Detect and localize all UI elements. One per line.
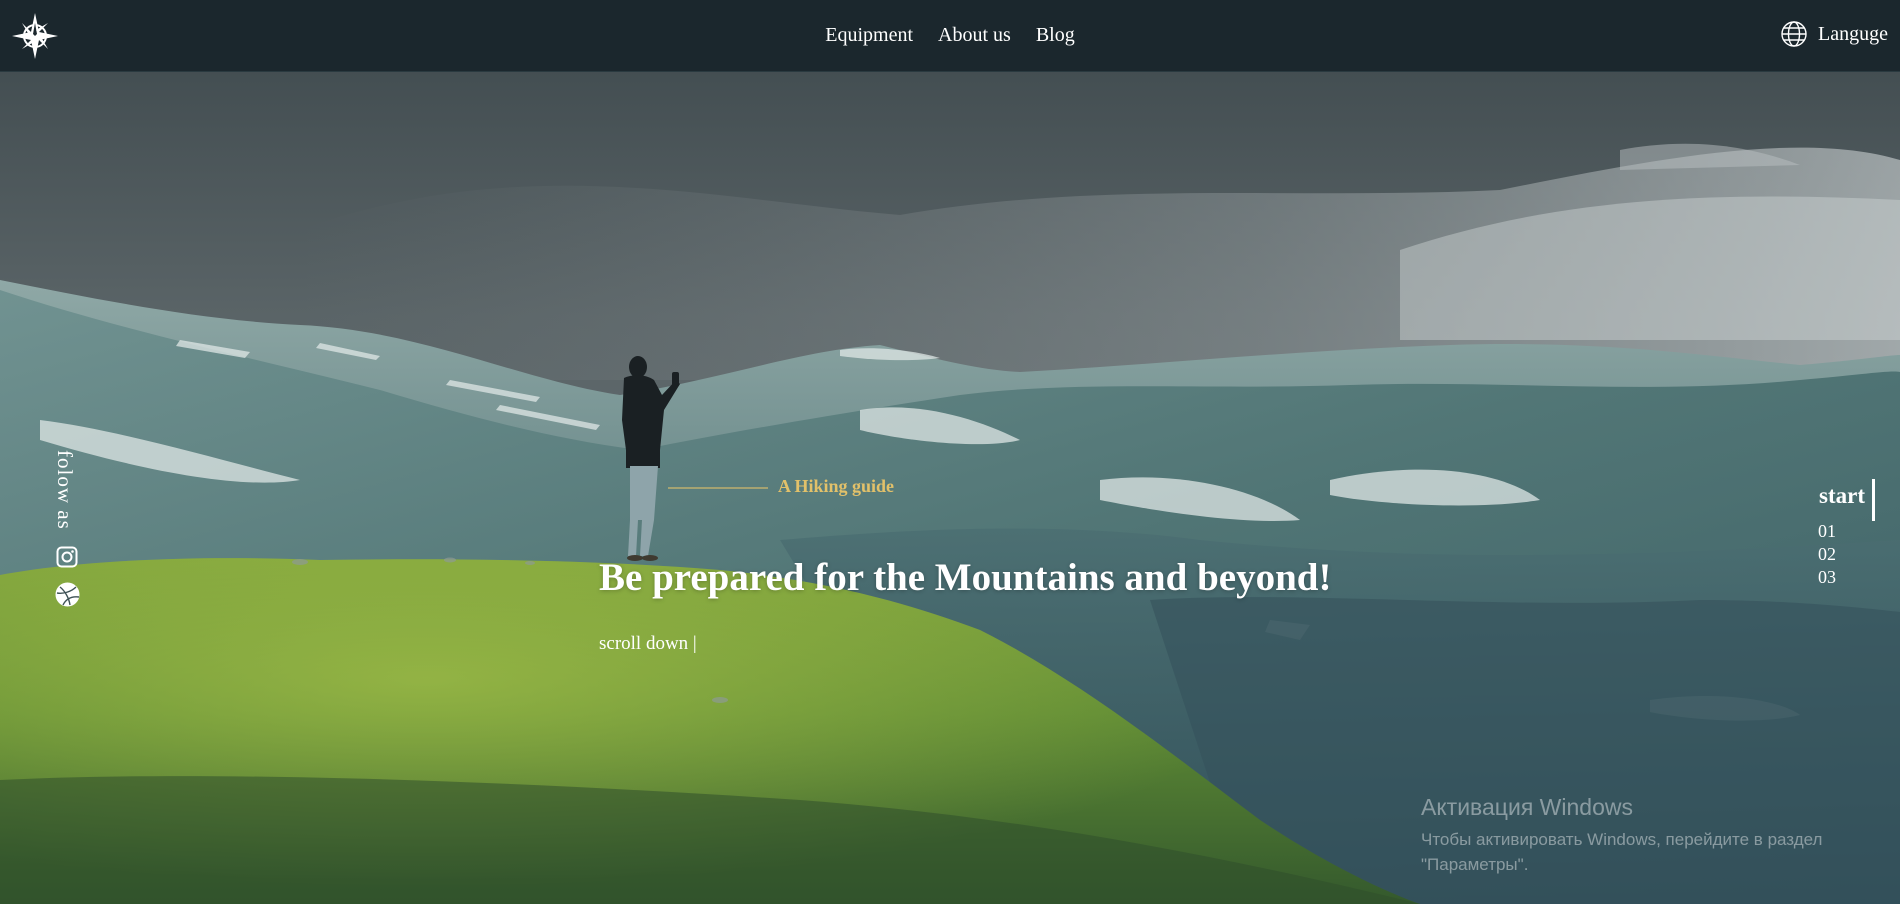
watermark-title: Активация Windows [1421, 794, 1633, 820]
pager-item-02[interactable]: 02 [1818, 544, 1836, 565]
windows-activation-watermark: Активация Windows Чтобы активировать Win… [1421, 794, 1822, 877]
hero-background-image [0, 0, 1900, 904]
pager-item-01[interactable]: 01 [1818, 521, 1836, 542]
language-label: Languge [1818, 22, 1888, 45]
kicker-accent-line [668, 487, 768, 489]
language-selector[interactable]: Languge [1780, 20, 1888, 48]
main-nav: Equipment About us Blog [0, 0, 1900, 71]
social-follow: folow as [52, 450, 82, 540]
site-header: Equipment About us Blog Languge [0, 0, 1900, 72]
page: Equipment About us Blog Languge folow as [0, 0, 1900, 904]
follow-label: folow as [53, 450, 77, 530]
pager-item-03[interactable]: 03 [1818, 567, 1836, 588]
compass-star-icon[interactable] [12, 13, 58, 59]
pager-active-indicator [1872, 479, 1875, 521]
watermark-line-1: Чтобы активировать Windows, перейдите в … [1421, 830, 1823, 849]
slide-pager: start 01 02 03 [1775, 479, 1875, 593]
watermark-line-2: "Параметры". [1421, 855, 1529, 874]
instagram-icon[interactable] [56, 546, 78, 568]
pager-item-start[interactable]: start [1819, 483, 1865, 509]
hero-headline: Be prepared for the Mountains and beyond… [599, 556, 1332, 599]
dribbble-icon[interactable] [55, 582, 80, 607]
scroll-down-link[interactable]: scroll down | [599, 633, 697, 655]
nav-link-about-us[interactable]: About us [938, 24, 1011, 47]
nav-link-blog[interactable]: Blog [1036, 24, 1075, 47]
globe-icon [1781, 21, 1807, 47]
nav-link-equipment[interactable]: Equipment [825, 24, 913, 47]
hero-kicker: A Hiking guide [778, 476, 895, 496]
